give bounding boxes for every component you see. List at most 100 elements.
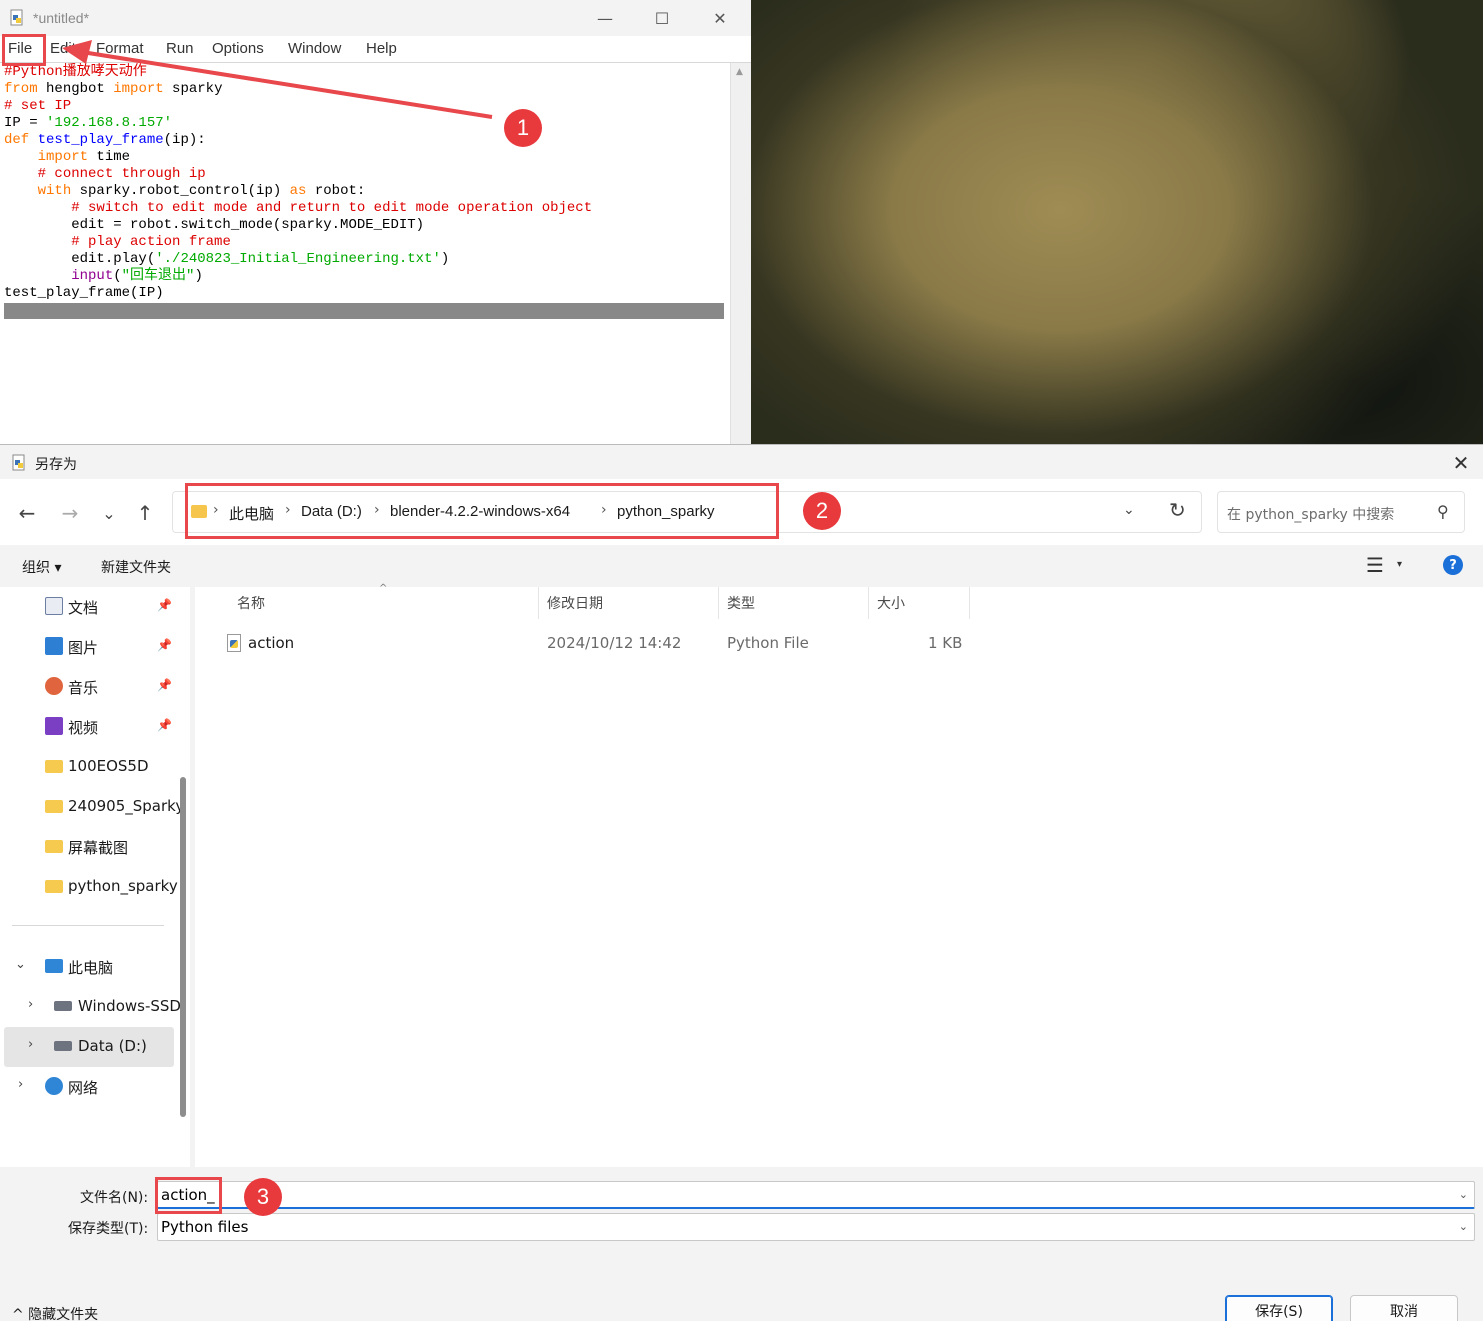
- filetype-select[interactable]: Python files ⌄: [157, 1213, 1475, 1241]
- column-divider[interactable]: [969, 587, 970, 619]
- code-token: test_play_frame(IP): [4, 285, 164, 301]
- idle-window-title: *untitled*: [33, 10, 90, 26]
- sidebar-item-label: 此电脑: [68, 959, 114, 977]
- code-token: sparky.robot_control(ip): [71, 183, 290, 199]
- maximize-button[interactable]: ☐: [633, 0, 691, 36]
- close-window-button[interactable]: ✕: [691, 0, 749, 36]
- sidebar-item-label: 视频: [68, 719, 99, 737]
- column-divider[interactable]: [718, 587, 719, 619]
- step-2-badge: 2: [803, 492, 841, 530]
- divider: [12, 925, 164, 926]
- sidebar-item-240905-sparky[interactable]: 240905_Sparky: [0, 787, 184, 827]
- idle-menubar: File Edit Format Run Options Window Help: [0, 36, 751, 63]
- scroll-up-icon[interactable]: ▲: [736, 67, 743, 77]
- search-input[interactable]: 在 python_sparky 中搜索 ⚲: [1217, 491, 1465, 533]
- view-options-icon[interactable]: ☰: [1366, 553, 1384, 577]
- music-icon: [45, 677, 63, 695]
- column-header-type[interactable]: 类型: [727, 593, 755, 613]
- sidebar-item-this-pc[interactable]: ⌄ 此电脑: [0, 947, 175, 987]
- keyword: import: [37, 149, 89, 165]
- sidebar-item-label: 100EOS5D: [68, 757, 149, 775]
- code-token: edit.play(: [4, 251, 156, 267]
- save-button[interactable]: 保存(S): [1225, 1295, 1333, 1321]
- chevron-down-icon[interactable]: ⌄: [1459, 1220, 1468, 1233]
- cancel-button[interactable]: 取消: [1350, 1295, 1458, 1321]
- sidebar-item-music[interactable]: 音乐 📌: [0, 667, 175, 707]
- sidebar-item-network[interactable]: › 网络: [0, 1067, 175, 1107]
- code-editor[interactable]: #Python播放哮天动作 from hengbot import sparky…: [0, 63, 730, 445]
- sidebar-item-data-d[interactable]: › Data (D:): [0, 1027, 175, 1067]
- vertical-scrollbar[interactable]: ▲: [730, 63, 751, 445]
- drive-icon: [54, 1041, 72, 1051]
- sidebar-item-label: 240905_Sparky: [68, 797, 185, 815]
- code-token: (: [113, 268, 122, 284]
- folder-icon: [45, 840, 63, 853]
- sidebar-item-pictures[interactable]: 图片 📌: [0, 627, 175, 667]
- sidebar-item-screenshots[interactable]: 屏幕截图: [0, 827, 175, 867]
- idle-editor-window: *untitled* — ☐ ✕ File Edit Format Run Op…: [0, 0, 751, 445]
- menu-run[interactable]: Run: [166, 40, 194, 57]
- refresh-icon[interactable]: ↻: [1169, 498, 1186, 522]
- column-divider[interactable]: [868, 587, 869, 619]
- chevron-down-icon[interactable]: ⌄: [15, 957, 26, 972]
- menu-format[interactable]: Format: [96, 40, 144, 57]
- sidebar-scrollbar[interactable]: [180, 777, 186, 1117]
- file-name[interactable]: action: [248, 634, 294, 652]
- network-icon: [45, 1077, 63, 1095]
- folder-icon: [45, 800, 63, 813]
- sidebar-item-videos[interactable]: 视频 📌: [0, 707, 175, 747]
- navigation-pane: 文档 📌 图片 📌 音乐 📌 视频 📌 100EOS5D 240905_Spar…: [0, 587, 190, 1167]
- help-icon[interactable]: ?: [1443, 555, 1463, 575]
- idle-titlebar: *untitled* — ☐ ✕: [0, 0, 751, 36]
- keyword: with: [37, 183, 72, 199]
- minimize-button[interactable]: —: [576, 0, 634, 36]
- sidebar-item-label: 屏幕截图: [68, 839, 129, 857]
- menu-options[interactable]: Options: [212, 40, 264, 57]
- up-folder-icon[interactable]: ↑: [130, 501, 160, 525]
- dialog-titlebar: 另存为 ✕: [0, 445, 1483, 479]
- step-1-badge: 1: [504, 109, 542, 147]
- menu-window[interactable]: Window: [288, 40, 341, 57]
- menu-help[interactable]: Help: [366, 40, 397, 57]
- column-header-name[interactable]: 名称: [237, 593, 265, 613]
- builtin: input: [71, 268, 114, 284]
- sidebar-item-documents[interactable]: 文档 📌: [0, 587, 175, 627]
- close-dialog-button[interactable]: ✕: [1443, 449, 1479, 477]
- column-header-size[interactable]: 大小: [877, 593, 905, 613]
- save-form: 文件名(N): action_ ⌄ 保存类型(T): Python files …: [0, 1167, 1483, 1321]
- new-folder-button[interactable]: 新建文件夹: [101, 557, 171, 577]
- chevron-down-icon[interactable]: ⌄: [1123, 502, 1135, 518]
- file-list: ^ 名称 修改日期 类型 大小 action 2024/10/12 14:42 …: [195, 583, 1483, 1167]
- chevron-down-icon[interactable]: ⌄: [1459, 1188, 1468, 1201]
- code-string: "回车退出": [121, 268, 195, 284]
- chevron-right-icon[interactable]: ›: [28, 997, 33, 1012]
- sidebar-item-windows-ssd[interactable]: › Windows-SSD: [0, 987, 181, 1027]
- sidebar-item-100eos5d[interactable]: 100EOS5D: [0, 747, 175, 787]
- chevron-right-icon[interactable]: ›: [18, 1077, 23, 1092]
- column-header-modified[interactable]: 修改日期: [547, 593, 603, 613]
- hide-folders-button[interactable]: ^ 隐藏文件夹: [12, 1304, 98, 1321]
- code-token: sparky: [163, 81, 223, 97]
- chevron-down-icon[interactable]: ▾: [1397, 559, 1402, 570]
- filename-input[interactable]: action_ ⌄: [157, 1181, 1475, 1209]
- code-comment: # switch to edit mode and return to edit…: [71, 200, 593, 216]
- folder-icon: [45, 760, 63, 773]
- pin-icon: 📌: [157, 678, 172, 692]
- organize-button[interactable]: 组织 ▾: [22, 557, 61, 577]
- forward-icon[interactable]: →: [55, 501, 85, 525]
- horizontal-scrollbar[interactable]: [4, 303, 724, 319]
- code-comment: # connect through ip: [37, 166, 206, 182]
- chevron-right-icon[interactable]: ›: [28, 1037, 33, 1052]
- back-icon[interactable]: ←: [12, 501, 42, 525]
- sidebar-item-python-sparky[interactable]: python_sparky: [0, 867, 178, 907]
- recent-locations-icon[interactable]: ⌄: [94, 501, 124, 525]
- menu-edit[interactable]: Edit: [50, 40, 76, 57]
- python-app-icon: [10, 9, 23, 26]
- keyword: def: [4, 132, 30, 148]
- column-divider[interactable]: [538, 587, 539, 619]
- search-icon[interactable]: ⚲: [1437, 502, 1449, 521]
- code-token: (ip):: [163, 132, 206, 148]
